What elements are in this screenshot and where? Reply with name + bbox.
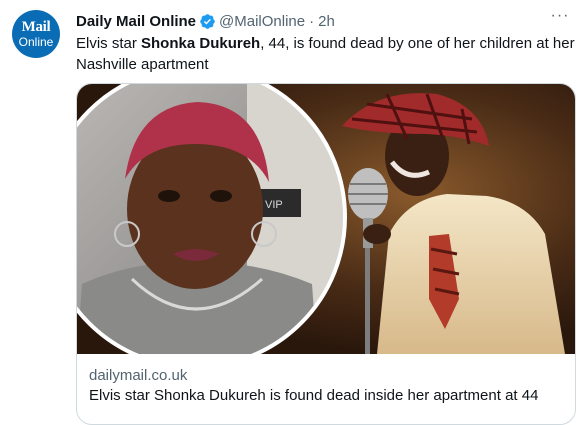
article-image: VIP bbox=[77, 84, 575, 354]
tweet-text: Elvis star Shonka Dukureh, 44, is found … bbox=[76, 33, 576, 75]
tweet-header: Daily Mail Online @MailOnline · 2h bbox=[76, 10, 542, 32]
card-title[interactable]: Elvis star Shonka Dukureh is found dead … bbox=[89, 387, 538, 404]
card-domain: dailymail.co.uk bbox=[89, 367, 188, 384]
avatar-logo-line2: Online bbox=[18, 35, 54, 49]
author-name[interactable]: Daily Mail Online bbox=[76, 13, 196, 30]
vip-sign: VIP bbox=[265, 199, 283, 211]
verified-badge-icon bbox=[200, 13, 215, 29]
link-card[interactable]: VIP dailymail.co.uk Elvis star Shonka Du… bbox=[76, 83, 576, 425]
header-separator: · bbox=[309, 12, 315, 30]
more-options-icon[interactable]: ··· bbox=[546, 8, 574, 30]
author-avatar[interactable]: Mail Online bbox=[12, 10, 60, 58]
author-handle[interactable]: @MailOnline bbox=[219, 13, 305, 30]
avatar-logo-line1: Mail bbox=[21, 19, 51, 35]
tweet-text-bold-name: Shonka Dukureh bbox=[141, 35, 261, 52]
tweet-timestamp[interactable]: 2h bbox=[318, 13, 335, 30]
tweet-text-start: Elvis star bbox=[76, 35, 142, 52]
